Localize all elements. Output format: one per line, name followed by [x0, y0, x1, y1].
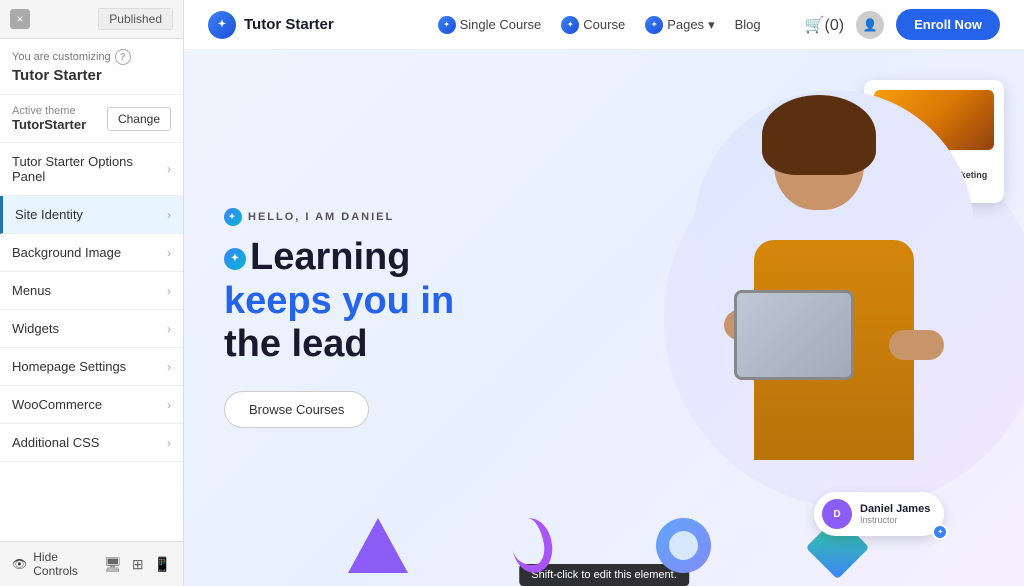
hero-title: ✦Learning keeps you in the lead — [224, 236, 454, 367]
chevron-right-icon: › — [167, 322, 171, 336]
menu-item-woocommerce[interactable]: WooCommerce › — [0, 386, 183, 424]
shape-torus — [656, 518, 711, 573]
hero-content: ✦ HELLO, I AM DANIEL ✦Learning keeps you… — [184, 178, 494, 458]
chevron-right-icon: › — [167, 284, 171, 298]
logo-icon: ✦ — [208, 11, 236, 39]
desktop-icon[interactable]: 🖥 — [104, 556, 122, 573]
cart-count: (0) — [825, 17, 845, 34]
hello-tag: ✦ HELLO, I AM DANIEL — [224, 208, 454, 226]
tablet-icon[interactable]: ⊞ — [132, 556, 144, 573]
chevron-right-icon: › — [167, 398, 171, 412]
help-icon[interactable]: ? — [115, 49, 131, 65]
logo-text: Tutor Starter — [244, 16, 334, 33]
change-theme-button[interactable]: Change — [107, 107, 171, 131]
menu-item-additional-css[interactable]: Additional CSS › — [0, 424, 183, 462]
shape-hook — [508, 515, 557, 576]
user-avatar[interactable]: 👤 — [856, 11, 884, 39]
menu-item-widgets[interactable]: Widgets › — [0, 310, 183, 348]
nav-single-course[interactable]: ✦ Single Course — [438, 16, 542, 34]
site-nav: ✦ Tutor Starter ✦ Single Course ✦ Course… — [184, 0, 1024, 50]
close-button[interactable]: × — [10, 9, 30, 29]
panel-top-bar: × Published — [0, 0, 183, 39]
mobile-icon[interactable]: 📱 — [154, 556, 171, 573]
menu-item-background-image[interactable]: Background Image › — [0, 234, 183, 272]
customizer-panel: × Published You are customizing ? Tutor … — [0, 0, 184, 586]
active-theme-label: Active theme — [12, 105, 86, 117]
bottom-icons: 🖥 ⊞ 📱 — [104, 556, 171, 573]
panel-bottom-bar: 👁 Hide Controls 🖥 ⊞ 📱 — [0, 541, 183, 586]
chevron-right-icon: › — [167, 436, 171, 450]
menu-item-options-panel[interactable]: Tutor Starter Options Panel › — [0, 143, 183, 196]
nav-blog[interactable]: Blog — [735, 17, 761, 32]
instructor-avatar: D — [822, 499, 852, 529]
instructor-name: Daniel James — [860, 503, 930, 515]
menu-item-menus[interactable]: Menus › — [0, 272, 183, 310]
hide-controls-button[interactable]: 👁 Hide Controls — [12, 550, 104, 578]
customizer-menu-list: Tutor Starter Options Panel › Site Ident… — [0, 143, 183, 541]
title-icon: ✦ — [224, 248, 246, 270]
site-preview: ✦ Tutor Starter ✦ Single Course ✦ Course… — [184, 0, 1024, 586]
course-icon: ✦ — [561, 16, 579, 34]
chevron-right-icon: › — [167, 360, 171, 374]
customizing-label: You are customizing ? — [12, 49, 171, 65]
shape-triangle — [348, 518, 408, 573]
instructor-role: Instructor — [860, 515, 930, 525]
active-theme-name: TutorStarter — [12, 117, 86, 132]
active-theme-section: Active theme TutorStarter Change — [0, 95, 183, 143]
menu-item-site-identity[interactable]: Site Identity › — [0, 196, 183, 234]
chevron-right-icon: › — [167, 246, 171, 260]
published-badge: Published — [98, 8, 173, 30]
enroll-button[interactable]: Enroll Now — [896, 9, 1000, 40]
menu-item-homepage-settings[interactable]: Homepage Settings › — [0, 348, 183, 386]
hero-section: ✦ HELLO, I AM DANIEL ✦Learning keeps you… — [184, 50, 1024, 586]
cart-icon[interactable]: 🛒(0) — [805, 15, 844, 35]
pages-dropdown-icon: ▾ — [708, 17, 715, 33]
nav-course[interactable]: ✦ Course — [561, 16, 625, 34]
customizing-section: You are customizing ? Tutor Starter — [0, 39, 183, 95]
customizing-title: Tutor Starter — [12, 67, 171, 84]
eye-icon: 👁 — [12, 557, 27, 571]
nav-links: ✦ Single Course ✦ Course ✦ Pages ▾ Blog — [438, 16, 761, 34]
site-logo[interactable]: ✦ Tutor Starter — [208, 11, 334, 39]
nav-pages[interactable]: ✦ Pages ▾ — [645, 16, 714, 34]
chevron-right-icon: › — [167, 162, 171, 176]
single-course-icon: ✦ — [438, 16, 456, 34]
hello-icon: ✦ — [224, 208, 242, 226]
chevron-right-icon: › — [167, 208, 171, 222]
browse-courses-button[interactable]: Browse Courses — [224, 391, 369, 428]
pages-icon: ✦ — [645, 16, 663, 34]
instructor-badge: D Daniel James Instructor ✦ — [814, 492, 944, 536]
nav-actions: 🛒(0) 👤 Enroll Now — [805, 9, 1000, 40]
